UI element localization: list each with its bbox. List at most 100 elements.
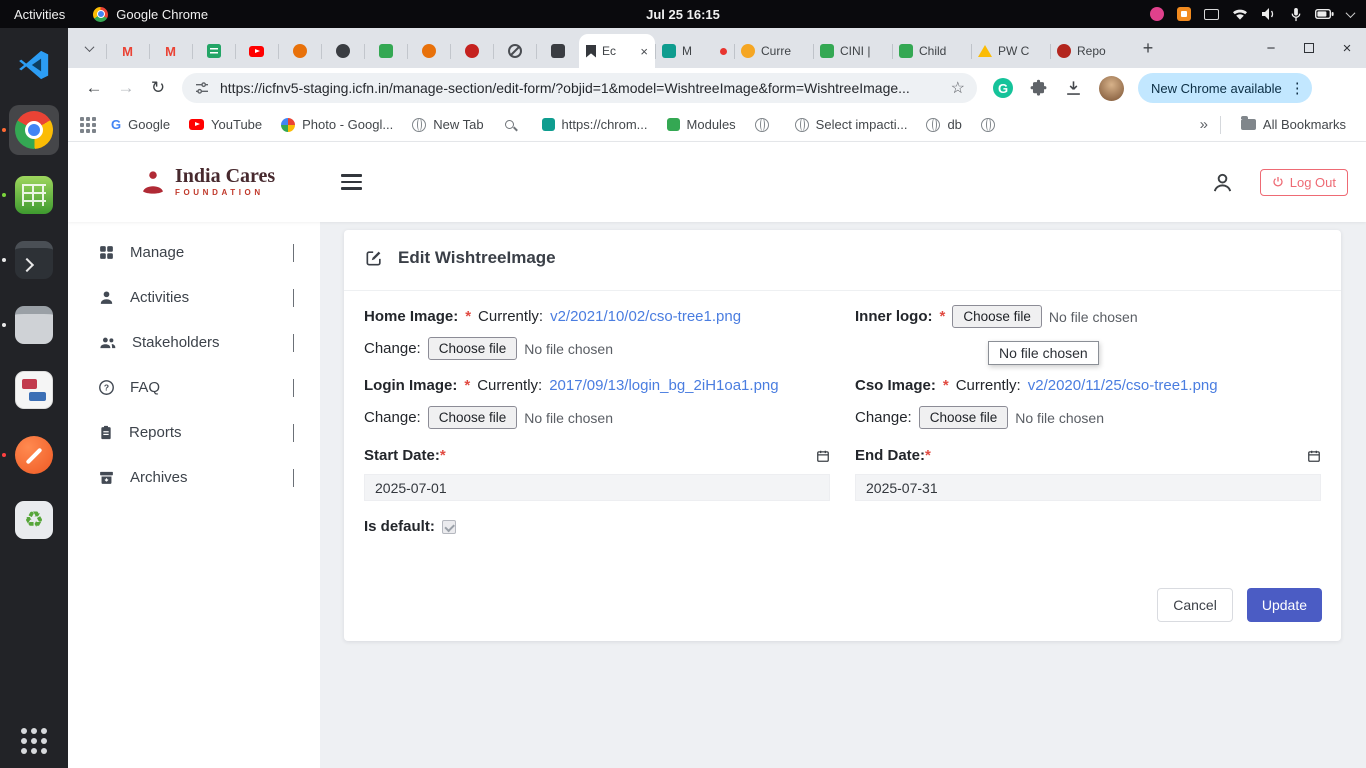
- dock-item-screenshot-tool[interactable]: [9, 365, 59, 415]
- update-button[interactable]: Update: [1247, 588, 1322, 622]
- hamburger-menu-icon[interactable]: [341, 174, 362, 190]
- tab-repo[interactable]: Repo: [1050, 34, 1129, 68]
- wifi-icon[interactable]: [1232, 8, 1248, 20]
- is-default-checkbox[interactable]: [442, 520, 456, 534]
- pinned-tab-gmail-1[interactable]: M: [106, 34, 149, 68]
- inner-logo-field: Inner logo:* Choose file No file chosen: [855, 305, 1138, 328]
- url-text[interactable]: https://icfnv5-staging.icfn.in/manage-se…: [220, 80, 941, 96]
- active-tab[interactable]: Ec ×: [579, 34, 655, 68]
- system-menu-chevron-icon[interactable]: [1347, 11, 1354, 18]
- pinned-tab-red[interactable]: [450, 34, 493, 68]
- pinned-tab-sheets-2[interactable]: [364, 34, 407, 68]
- bookmark-youtube[interactable]: YouTube: [181, 114, 270, 135]
- browser-menu-icon[interactable]: ⋮: [1290, 79, 1305, 97]
- apps-shortcut-icon[interactable]: [80, 117, 96, 133]
- all-bookmarks-button[interactable]: All Bookmarks: [1233, 114, 1354, 135]
- site-logo[interactable]: India Cares FOUNDATION: [138, 166, 275, 197]
- files-icon: [15, 306, 53, 344]
- user-profile-icon[interactable]: [1211, 171, 1234, 194]
- cso-image-choose-file-button[interactable]: Choose file: [919, 406, 1009, 429]
- pinned-tab-sheets-1[interactable]: [192, 34, 235, 68]
- cso-image-current-link[interactable]: v2/2020/11/25/cso-tree1.png: [1028, 377, 1218, 394]
- bookmark-select-impact[interactable]: Select impacti...: [787, 114, 916, 135]
- tab-curre[interactable]: Curre: [734, 34, 813, 68]
- tab-cini[interactable]: CINI |: [813, 34, 892, 68]
- sheets-icon: [207, 44, 221, 58]
- profile-avatar[interactable]: [1099, 76, 1124, 101]
- pinned-tab-orange-2[interactable]: [407, 34, 450, 68]
- tab-meet[interactable]: M: [655, 34, 734, 68]
- sidebar-item-activities[interactable]: Activities: [68, 275, 320, 320]
- sidebar-item-faq[interactable]: ? FAQ: [68, 365, 320, 410]
- sidebar-item-manage[interactable]: Manage: [68, 230, 320, 275]
- pinned-tab-dark-2[interactable]: [536, 34, 579, 68]
- forward-button[interactable]: →: [110, 72, 142, 104]
- dock-item-chrome[interactable]: [9, 105, 59, 155]
- display-icon[interactable]: [1204, 9, 1219, 20]
- address-bar[interactable]: https://icfnv5-staging.icfn.in/manage-se…: [182, 73, 977, 103]
- site-settings-icon[interactable]: [194, 80, 210, 96]
- dock-item-libreoffice-calc[interactable]: [9, 170, 59, 220]
- downloads-icon[interactable]: [1064, 79, 1083, 98]
- tab-search-button[interactable]: [76, 35, 102, 61]
- bookmark-new-tab[interactable]: New Tab: [404, 114, 491, 135]
- dock-item-orange-app[interactable]: [9, 430, 59, 480]
- bookmark-google[interactable]: GGoogle: [103, 114, 178, 135]
- maximize-button[interactable]: [1302, 41, 1316, 55]
- bookmark-chrom[interactable]: https://chrom...: [534, 114, 656, 135]
- grammarly-extension-icon[interactable]: G: [993, 78, 1013, 98]
- bookmark-globe-1[interactable]: [747, 115, 784, 135]
- back-button[interactable]: ←: [78, 72, 110, 104]
- login-image-choose-file-button[interactable]: Choose file: [428, 406, 518, 429]
- dock-item-vscode[interactable]: [9, 40, 59, 90]
- sidebar-item-stakeholders[interactable]: Stakeholders: [68, 320, 320, 365]
- sidebar-item-reports[interactable]: Reports: [68, 410, 320, 455]
- activities-button[interactable]: Activities: [14, 7, 65, 22]
- bookmark-modules[interactable]: Modules: [659, 114, 744, 135]
- pinned-tab-blocked[interactable]: [493, 34, 536, 68]
- sidebar: Manage Activities Stakeholders ? FAQ Rep…: [68, 222, 320, 768]
- bookmarks-overflow-icon[interactable]: »: [1200, 116, 1208, 133]
- tab-close-icon[interactable]: ×: [640, 45, 648, 58]
- pinned-tab-orange-1[interactable]: [278, 34, 321, 68]
- clock[interactable]: Jul 25 16:15: [646, 7, 720, 22]
- login-image-current-link[interactable]: 2017/09/13/login_bg_2iH1oa1.png: [549, 377, 778, 394]
- minimize-button[interactable]: −: [1264, 41, 1278, 55]
- calendar-icon[interactable]: [1307, 449, 1321, 463]
- microphone-icon[interactable]: [1290, 7, 1302, 22]
- close-window-button[interactable]: ×: [1340, 41, 1354, 55]
- extensions-puzzle-icon[interactable]: [1029, 79, 1048, 98]
- logout-button[interactable]: Log Out: [1260, 169, 1348, 196]
- bookmark-globe-2[interactable]: [973, 115, 1010, 135]
- cancel-button[interactable]: Cancel: [1157, 588, 1233, 622]
- start-date-input[interactable]: [364, 474, 830, 501]
- bookmark-photos[interactable]: Photo - Googl...: [273, 114, 401, 135]
- dock-item-recycler[interactable]: ♻: [9, 495, 59, 545]
- tab-child[interactable]: Child: [892, 34, 971, 68]
- tab-pw[interactable]: PW C: [971, 34, 1050, 68]
- home-image-choose-file-button[interactable]: Choose file: [428, 337, 518, 360]
- pink-app-indicator-icon[interactable]: [1150, 7, 1164, 21]
- login-image-field: Login Image:* Currently: 2017/09/13/logi…: [364, 377, 779, 394]
- focused-app-menu[interactable]: Google Chrome: [93, 7, 208, 22]
- dock-item-files[interactable]: [9, 300, 59, 350]
- orange-app-indicator-icon[interactable]: [1177, 7, 1191, 21]
- end-date-input[interactable]: [855, 474, 1321, 501]
- sidebar-item-archives[interactable]: Archives: [68, 455, 320, 500]
- bookmark-star-icon[interactable]: ☆: [951, 78, 965, 98]
- calendar-icon[interactable]: [816, 449, 830, 463]
- dock-item-terminal[interactable]: [9, 235, 59, 285]
- pinned-tab-dark-1[interactable]: [321, 34, 364, 68]
- volume-icon[interactable]: [1261, 7, 1277, 21]
- bookmark-db[interactable]: db: [918, 114, 969, 135]
- home-image-current-link[interactable]: v2/2021/10/02/cso-tree1.png: [550, 308, 741, 325]
- new-tab-button[interactable]: +: [1135, 35, 1161, 61]
- battery-icon[interactable]: [1315, 9, 1334, 19]
- show-applications-button[interactable]: [9, 704, 59, 754]
- bookmark-search[interactable]: [495, 115, 531, 134]
- inner-logo-choose-file-button[interactable]: Choose file: [952, 305, 1042, 328]
- pinned-tab-gmail-2[interactable]: M: [149, 34, 192, 68]
- pinned-tab-youtube[interactable]: [235, 34, 278, 68]
- chrome-update-chip[interactable]: New Chrome available ⋮: [1138, 73, 1312, 103]
- reload-button[interactable]: ↻: [142, 72, 174, 104]
